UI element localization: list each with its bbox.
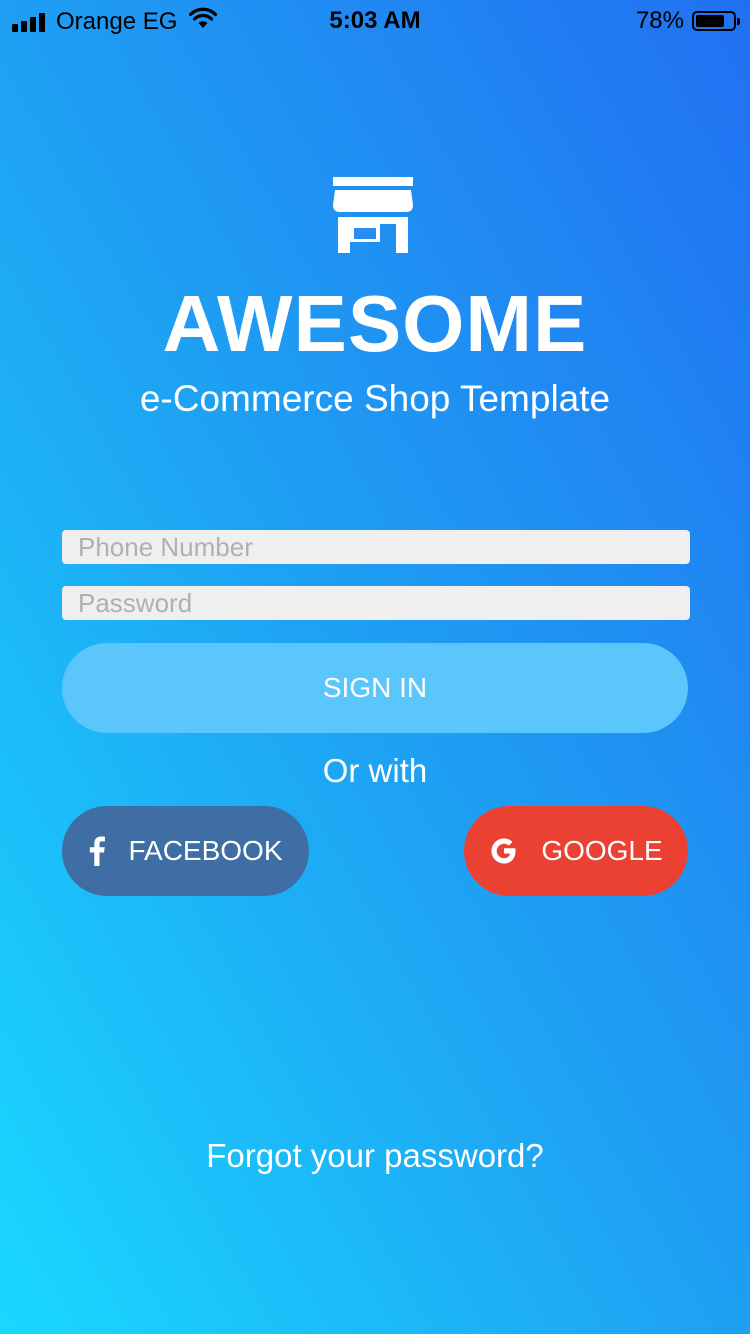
password-input[interactable] bbox=[62, 586, 690, 620]
google-icon bbox=[489, 836, 519, 866]
sign-in-button[interactable]: SIGN IN bbox=[62, 643, 688, 733]
storefront-icon bbox=[333, 177, 413, 253]
app-title: AWESOME bbox=[162, 279, 588, 368]
google-login-button[interactable]: GOOGLE bbox=[464, 806, 688, 896]
status-right: 78% bbox=[635, 7, 740, 35]
google-label: GOOGLE bbox=[541, 835, 663, 866]
status-bar: Orange EG 5:03 AM 78% bbox=[0, 0, 750, 40]
forgot-password-link[interactable]: Forgot your password? bbox=[0, 1137, 750, 1175]
facebook-login-button[interactable]: FACEBOOK bbox=[62, 806, 309, 896]
battery-percent: 78% bbox=[635, 7, 684, 34]
or-with-label: Or with bbox=[322, 752, 428, 789]
facebook-icon bbox=[88, 836, 106, 866]
app-subtitle: e-Commerce Shop Template bbox=[139, 378, 611, 419]
phone-number-input[interactable] bbox=[62, 530, 690, 564]
battery-icon bbox=[692, 11, 740, 31]
facebook-label: FACEBOOK bbox=[128, 835, 283, 866]
sign-in-label: SIGN IN bbox=[322, 672, 428, 703]
battery-level bbox=[696, 15, 725, 27]
